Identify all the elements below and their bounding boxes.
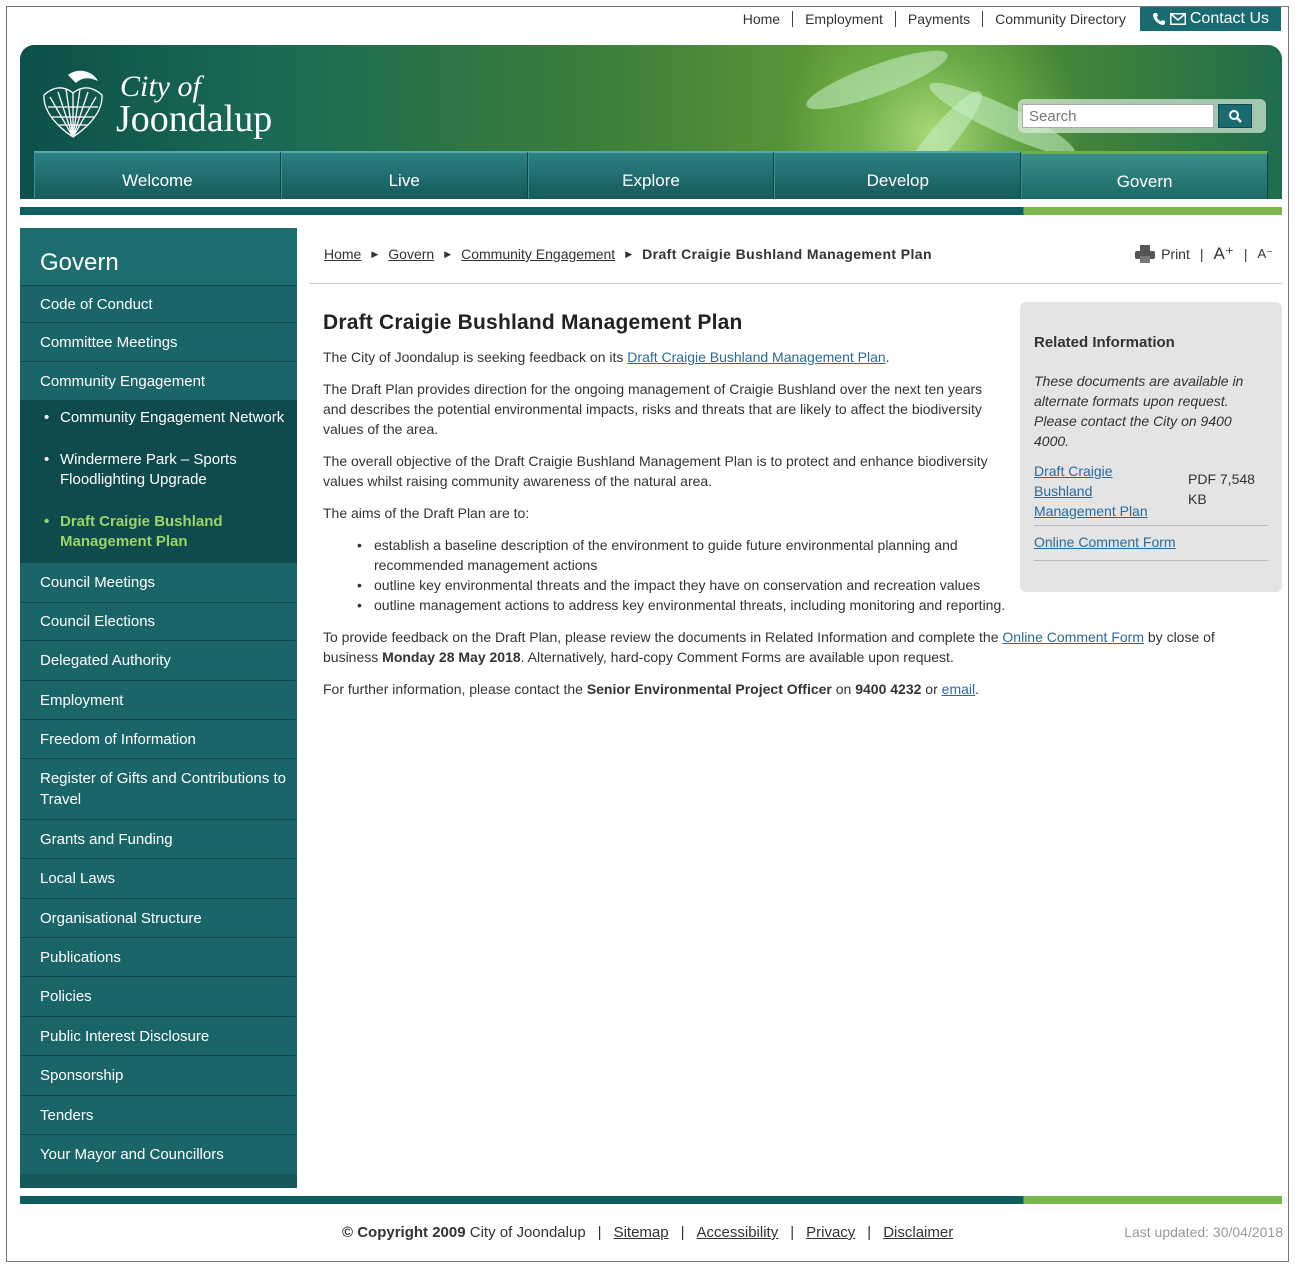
sidebar-item-organisational-structure[interactable]: Organisational Structure bbox=[20, 898, 297, 937]
search-button[interactable] bbox=[1218, 104, 1252, 128]
plan-description-paragraph: The Draft Plan provides direction for th… bbox=[323, 381, 983, 437]
sidebar: Govern Code of Conduct Committee Meeting… bbox=[20, 228, 297, 1188]
nav-tab-govern[interactable]: Govern bbox=[1021, 151, 1268, 199]
util-link-employment[interactable]: Employment bbox=[792, 11, 895, 27]
breadcrumb: Home ▶ Govern ▶ Community Engagement ▶ D… bbox=[324, 246, 932, 262]
aims-list-item: establish a baseline description of the … bbox=[357, 535, 987, 575]
sidebar-subitem-label: Draft Craigie Bushland Management Plan bbox=[60, 513, 223, 550]
sidebar-subitem-windermere-park[interactable]: • Windermere Park – Sports Floodlighting … bbox=[20, 442, 297, 504]
contact-us-label: Contact Us bbox=[1189, 10, 1269, 27]
tools-divider: | bbox=[1243, 246, 1248, 262]
nav-tab-welcome[interactable]: Welcome bbox=[34, 151, 281, 199]
site-logo[interactable]: City of Joondalup bbox=[38, 67, 272, 143]
contact-us-button[interactable]: Contact Us bbox=[1139, 7, 1281, 31]
sidebar-item-delegated-authority[interactable]: Delegated Authority bbox=[20, 640, 297, 680]
sidebar-item-freedom-of-information[interactable]: Freedom of Information bbox=[20, 719, 297, 758]
nav-tab-develop[interactable]: Develop bbox=[774, 151, 1022, 199]
utility-nav: Home Employment Payments Community Direc… bbox=[731, 6, 1281, 32]
increase-text-button[interactable]: A⁺ bbox=[1214, 244, 1234, 264]
sidebar-item-publications[interactable]: Publications bbox=[20, 937, 297, 976]
breadcrumb-arrow-icon: ▶ bbox=[371, 248, 379, 259]
tools-divider: | bbox=[1199, 246, 1204, 262]
footer-links: © Copyright 2009 City of Joondalup | Sit… bbox=[342, 1224, 954, 1241]
sidebar-item-grants-and-funding[interactable]: Grants and Funding bbox=[20, 819, 297, 858]
related-information-title: Related Information bbox=[1034, 334, 1175, 351]
plan-link[interactable]: Draft Craigie Bushland Management Plan bbox=[627, 349, 885, 365]
footer-link-privacy[interactable]: Privacy bbox=[806, 1224, 855, 1241]
sidebar-item-council-meetings[interactable]: Council Meetings bbox=[20, 562, 297, 602]
objective-paragraph: The overall objective of the Draft Craig… bbox=[323, 453, 988, 489]
footer-link-disclaimer[interactable]: Disclaimer bbox=[883, 1224, 953, 1241]
util-link-home[interactable]: Home bbox=[731, 11, 792, 27]
footer-divider-bar bbox=[20, 1196, 1282, 1204]
sidebar-title: Govern bbox=[20, 228, 297, 285]
related-document-meta: PDF 7,548 KB bbox=[1188, 471, 1255, 507]
decrease-text-button[interactable]: A⁻ bbox=[1257, 246, 1273, 262]
online-comment-form-link[interactable]: Online Comment Form bbox=[1002, 629, 1144, 645]
header-banner: City of Joondalup Welcome Live Explore D… bbox=[20, 45, 1282, 199]
breadcrumb-link-home[interactable]: Home bbox=[324, 246, 361, 262]
print-label: Print bbox=[1161, 246, 1190, 262]
sidebar-subitem-label: Windermere Park – Sports Floodlighting U… bbox=[60, 451, 237, 488]
logo-text-line2: Joondalup bbox=[116, 98, 273, 141]
sidebar-item-local-laws[interactable]: Local Laws bbox=[20, 858, 297, 898]
breadcrumb-link-govern[interactable]: Govern bbox=[388, 246, 434, 262]
print-button[interactable]: Print bbox=[1135, 245, 1190, 263]
logo-emblem-icon bbox=[43, 70, 103, 138]
email-link[interactable]: email bbox=[942, 681, 975, 697]
sidebar-subitem-community-engagement-network[interactable]: • Community Engagement Network bbox=[20, 404, 297, 442]
main-nav: Welcome Live Explore Develop Govern bbox=[34, 151, 1268, 199]
breadcrumb-arrow-icon: ▶ bbox=[444, 248, 452, 259]
copyright: © Copyright 2009 City of Joondalup bbox=[342, 1224, 586, 1241]
search-box bbox=[1018, 99, 1266, 133]
footer-link-sitemap[interactable]: Sitemap bbox=[614, 1224, 669, 1241]
nav-tab-live[interactable]: Live bbox=[280, 151, 528, 199]
breadcrumb-link-community-engagement[interactable]: Community Engagement bbox=[461, 246, 615, 262]
sidebar-item-tenders[interactable]: Tenders bbox=[20, 1095, 297, 1134]
footer-link-accessibility[interactable]: Accessibility bbox=[697, 1224, 779, 1241]
breadcrumb-current: Draft Craigie Bushland Management Plan bbox=[642, 246, 932, 262]
search-icon bbox=[1229, 110, 1242, 123]
content-divider bbox=[309, 283, 1282, 284]
last-updated: Last updated: 30/04/2018 bbox=[1124, 1224, 1283, 1240]
breadcrumb-arrow-icon: ▶ bbox=[625, 248, 633, 259]
sidebar-item-your-mayor[interactable]: Your Mayor and Councillors bbox=[20, 1134, 297, 1174]
nav-tab-explore[interactable]: Explore bbox=[527, 151, 775, 199]
sidebar-subitem-label: Community Engagement Network bbox=[60, 409, 285, 426]
sidebar-item-employment[interactable]: Employment bbox=[20, 680, 297, 719]
related-document-row: Draft Craigie Bushland Management Plan P… bbox=[1034, 461, 1268, 526]
sidebar-item-register-of-gifts[interactable]: Register of Gifts and Contributions to T… bbox=[20, 758, 297, 819]
related-information-note: These documents are available in alterna… bbox=[1034, 373, 1244, 449]
sidebar-item-sponsorship[interactable]: Sponsorship bbox=[20, 1055, 297, 1095]
related-document-link[interactable]: Draft Craigie Bushland Management Plan bbox=[1034, 461, 1164, 521]
related-comment-form-link[interactable]: Online Comment Form bbox=[1034, 532, 1268, 561]
feedback-paragraph: To provide feedback on the Draft Plan, p… bbox=[323, 629, 1215, 665]
page-tools: Print | A⁺ | A⁻ bbox=[1135, 244, 1273, 264]
sidebar-item-community-engagement[interactable]: Community Engagement bbox=[20, 361, 297, 400]
sidebar-item-committee-meetings[interactable]: Committee Meetings bbox=[20, 322, 297, 361]
util-link-payments[interactable]: Payments bbox=[894, 11, 982, 27]
logo-text-line1: City of bbox=[120, 69, 201, 103]
contact-paragraph: For further information, please contact … bbox=[323, 681, 980, 697]
sidebar-subitem-draft-craigie[interactable]: • Draft Craigie Bushland Management Plan bbox=[20, 504, 297, 558]
sidebar-item-code-of-conduct[interactable]: Code of Conduct bbox=[20, 285, 297, 322]
search-input[interactable] bbox=[1022, 104, 1214, 128]
header-divider-bar bbox=[20, 207, 1282, 215]
aims-list-item: outline management actions to address ke… bbox=[357, 595, 1263, 615]
phone-icon bbox=[1152, 13, 1165, 25]
util-link-community-directory[interactable]: Community Directory bbox=[982, 11, 1138, 27]
mail-icon bbox=[1169, 13, 1186, 25]
sidebar-item-public-interest-disclosure[interactable]: Public Interest Disclosure bbox=[20, 1016, 297, 1055]
sidebar-item-policies[interactable]: Policies bbox=[20, 976, 297, 1016]
printer-icon bbox=[1135, 245, 1156, 263]
sidebar-item-council-elections[interactable]: Council Elections bbox=[20, 602, 297, 640]
related-information-panel: Related Information These documents are … bbox=[1020, 302, 1282, 592]
